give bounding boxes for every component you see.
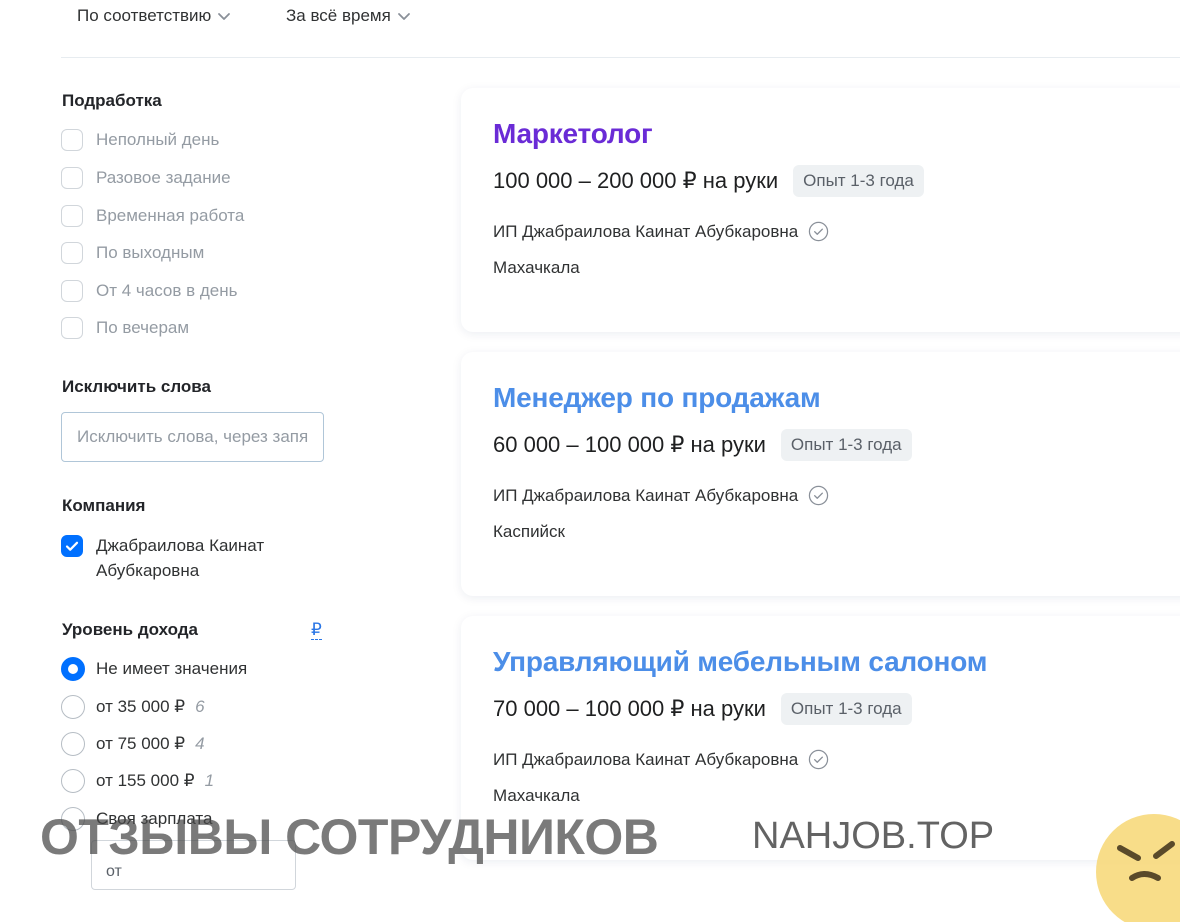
salary: 100 000 – 200 000 ₽ на руки (493, 168, 779, 193)
company-option[interactable]: Джабраилова Каинат Абубкаровна (61, 533, 264, 583)
sort-bar: По соответствию За всё время (0, 0, 1180, 58)
company-name: ИП Джабраилова Каинат Абубкаровна (493, 485, 799, 505)
verified-check-icon (809, 749, 829, 770)
exclude-words-input[interactable] (61, 412, 324, 462)
chevron-down-icon (397, 13, 410, 20)
checkbox[interactable] (61, 205, 83, 227)
sort-period-label: За всё время (286, 6, 391, 25)
vacancy-title-link[interactable]: Менеджер по продажам (493, 382, 821, 414)
checkbox[interactable] (61, 129, 83, 151)
parttime-option-one-time[interactable]: Разовое задание (61, 165, 231, 191)
watermark-text: ОТЗЫВЫ СОТРУДНИКОВ (40, 809, 659, 865)
salary-row: 70 000 – 100 000 ₽ на руки Опыт 1-3 года (493, 692, 912, 726)
radio-label: Не имеет значения (96, 659, 248, 678)
radio-selected[interactable] (61, 657, 85, 681)
salary: 70 000 – 100 000 ₽ на руки (493, 696, 766, 721)
checkbox[interactable] (61, 280, 83, 302)
vacancy-card: Менеджер по продажам 60 000 – 100 000 ₽ … (461, 352, 1180, 596)
vacancy-count: 1 (204, 771, 215, 790)
angry-face-icon (1096, 814, 1180, 922)
checkbox-label: По выходным (96, 243, 205, 262)
vacancy-card: Маркетолог 100 000 – 200 000 ₽ на руки О… (461, 88, 1180, 332)
income-option-155000[interactable]: от 155 000 ₽ 1 (61, 768, 214, 794)
currency-switch[interactable]: ₽ (311, 621, 322, 640)
radio-label: от 75 000 ₽ (96, 734, 186, 753)
salary-row: 100 000 – 200 000 ₽ на руки Опыт 1-3 год… (493, 164, 924, 198)
company-option-line1: Джабраилова Каинат (96, 536, 265, 555)
income-option-any[interactable]: Не имеет значения (61, 656, 247, 682)
parttime-option-evenings[interactable]: По вечерам (61, 315, 189, 341)
parttime-option-weekends[interactable]: По выходным (61, 240, 204, 266)
company-link[interactable]: ИП Джабраилова Каинат Абубкаровна (493, 221, 829, 242)
checkbox-checked[interactable] (61, 535, 83, 557)
sort-relevance-dropdown[interactable]: По соответствию (77, 6, 231, 26)
watermark-site: NAHJOB.TOP (752, 815, 995, 857)
radio[interactable] (61, 769, 85, 793)
sort-relevance-label: По соответствию (77, 6, 212, 25)
vacancy-count: 6 (195, 697, 205, 716)
verified-check-icon (809, 221, 829, 242)
experience-badge: Опыт 1-3 года (780, 693, 912, 725)
company-filter-title: Компания (62, 496, 146, 515)
checkmark-icon (65, 541, 79, 551)
vacancy-city: Махачкала (493, 258, 580, 277)
parttime-option-part-day[interactable]: Неполный день (61, 127, 219, 153)
checkbox-label: Временная работа (96, 206, 245, 225)
checkbox-label: Неполный день (96, 130, 220, 149)
salary-row: 60 000 – 100 000 ₽ на руки Опыт 1-3 года (493, 428, 912, 462)
radio[interactable] (61, 695, 85, 719)
exclude-words-title: Исключить слова (62, 377, 211, 396)
company-option-line2: Абубкаровна (96, 561, 200, 580)
verified-check-icon (809, 485, 829, 506)
experience-badge: Опыт 1-3 года (793, 165, 924, 197)
parttime-filter-title: Подработка (62, 91, 162, 110)
company-link[interactable]: ИП Джабраилова Каинат Абубкаровна (493, 749, 829, 770)
checkbox[interactable] (61, 167, 83, 189)
vacancy-city: Каспийск (493, 522, 565, 541)
checkbox[interactable] (61, 242, 83, 264)
vacancy-title-link[interactable]: Маркетолог (493, 118, 653, 150)
parttime-option-4-hours[interactable]: От 4 часов в день (61, 278, 238, 304)
salary: 60 000 – 100 000 ₽ на руки (493, 432, 766, 457)
company-link[interactable]: ИП Джабраилова Каинат Абубкаровна (493, 485, 829, 506)
radio-label: от 35 000 ₽ (96, 697, 186, 716)
divider (61, 57, 1180, 58)
income-option-35000[interactable]: от 35 000 ₽ 6 (61, 694, 205, 720)
vacancy-city: Махачкала (493, 786, 580, 805)
company-option-label: Джабраилова Каинат Абубкаровна (96, 533, 264, 583)
checkbox-label: От 4 часов в день (96, 281, 238, 300)
sort-period-dropdown[interactable]: За всё время (286, 6, 411, 26)
checkbox-label: По вечерам (96, 318, 190, 337)
checkbox-label: Разовое задание (96, 168, 231, 187)
radio[interactable] (61, 732, 85, 756)
experience-badge: Опыт 1-3 года (780, 429, 912, 461)
radio-label: от 155 000 ₽ (96, 771, 195, 790)
company-name: ИП Джабраилова Каинат Абубкаровна (493, 749, 799, 769)
chevron-down-icon (218, 13, 231, 20)
income-filter-title: Уровень дохода (62, 620, 199, 639)
checkbox[interactable] (61, 317, 83, 339)
vacancy-title-link[interactable]: Управляющий мебельным салоном (493, 646, 988, 678)
parttime-option-temporary[interactable]: Временная работа (61, 203, 244, 229)
income-option-75000[interactable]: от 75 000 ₽ 4 (61, 731, 205, 757)
company-name: ИП Джабраилова Каинат Абубкаровна (493, 221, 799, 241)
vacancy-count: 4 (195, 734, 205, 753)
